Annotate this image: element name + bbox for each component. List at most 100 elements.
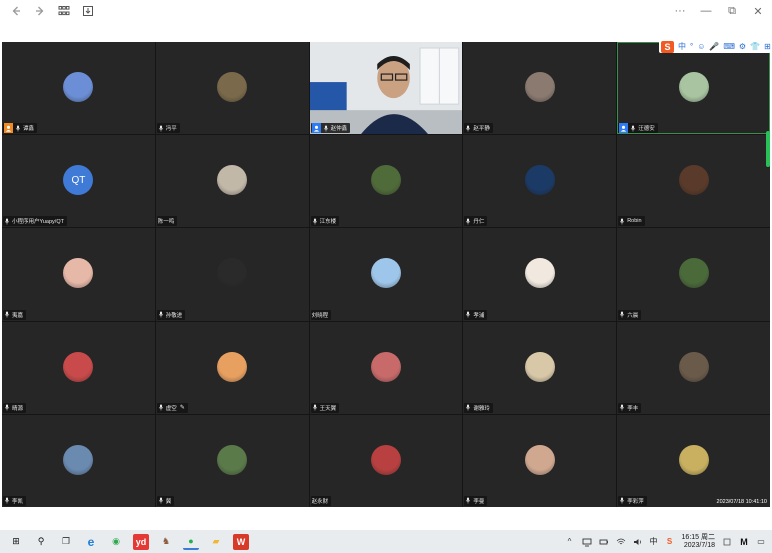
participant-name: 陈一鸣 bbox=[157, 219, 175, 226]
window-controls: ··· — ⧉ ✕ bbox=[674, 0, 764, 22]
ime-voice-icon[interactable]: 🎤 bbox=[709, 42, 719, 51]
monitor-icon[interactable] bbox=[582, 537, 592, 547]
arrow-right-icon[interactable] bbox=[33, 4, 47, 18]
participant-tile[interactable]: 李凯 bbox=[2, 414, 155, 507]
ime-language-toggle[interactable]: 中 bbox=[678, 42, 686, 51]
volume-icon[interactable] bbox=[633, 537, 643, 547]
title-bar: ··· — ⧉ ✕ bbox=[0, 0, 772, 22]
edge-browser-icon[interactable]: e bbox=[83, 534, 99, 550]
youdao-icon[interactable]: yd bbox=[133, 533, 149, 550]
microphone-icon bbox=[312, 217, 318, 225]
participant-nametag: 李曼 bbox=[464, 495, 488, 506]
participant-nametag: 李丰 bbox=[618, 402, 642, 413]
participant-tile[interactable]: 谢雅玲 bbox=[463, 321, 617, 414]
participant-name: 汪德安 bbox=[638, 126, 655, 133]
ime-language-indicator[interactable]: 中 bbox=[650, 536, 658, 547]
participant-name: 赵仲鑫 bbox=[330, 126, 348, 133]
more-options-button[interactable]: ··· bbox=[674, 5, 686, 17]
wps-icon[interactable]: W bbox=[233, 533, 249, 550]
participant-tile[interactable]: 陈一鸣 bbox=[155, 135, 309, 228]
participant-name: 谭鑫 bbox=[23, 126, 35, 133]
close-button[interactable]: ✕ bbox=[752, 5, 764, 18]
microphone-icon bbox=[158, 497, 164, 505]
participant-video bbox=[309, 42, 463, 135]
arrow-left-icon[interactable] bbox=[9, 4, 23, 18]
participant-tile[interactable]: 丹仁 bbox=[463, 135, 617, 228]
participant-tile[interactable]: 虚空 ✎ bbox=[155, 321, 309, 414]
game-app-icon[interactable]: ♞ bbox=[158, 534, 174, 550]
green-app-icon[interactable]: ◉ bbox=[108, 534, 124, 550]
notification-icon[interactable]: ▭ bbox=[756, 537, 766, 547]
participant-tile[interactable]: 夷嘉 bbox=[2, 228, 155, 321]
participant-tile[interactable]: 王天翼 bbox=[309, 321, 463, 414]
microphone-icon bbox=[465, 217, 471, 225]
sogou-tray-icon[interactable]: S bbox=[665, 537, 675, 547]
participant-tile[interactable]: 冯平 bbox=[155, 42, 309, 135]
chevron-up-icon[interactable]: ^ bbox=[565, 537, 575, 547]
scroll-indicator[interactable] bbox=[766, 131, 770, 167]
search-icon[interactable]: ⚲ bbox=[33, 534, 49, 550]
participant-tile[interactable]: 赵仲鑫 bbox=[309, 42, 463, 135]
participant-tile[interactable]: 李丰 bbox=[617, 321, 770, 414]
participant-tile[interactable]: 孙敬进 bbox=[155, 228, 309, 321]
task-view-icon[interactable]: ❐ bbox=[58, 534, 74, 550]
ime-settings-icon[interactable]: ⚙ bbox=[739, 42, 746, 51]
ime-grid-icon[interactable]: ⊞ bbox=[764, 42, 771, 51]
participant-avatar bbox=[370, 258, 401, 289]
participant-tile[interactable]: 孝浦 bbox=[463, 228, 617, 321]
windows-start-icon[interactable]: ⊞ bbox=[8, 534, 24, 550]
participant-nametag: 晴源 bbox=[3, 402, 27, 413]
participant-name: 丹仁 bbox=[473, 219, 485, 226]
sogou-logo-icon[interactable]: S bbox=[661, 40, 674, 53]
participant-nametag: 李彩萍 bbox=[618, 495, 647, 506]
participant-nametag: Robin bbox=[618, 216, 645, 227]
file-explorer-icon[interactable]: ▰ bbox=[208, 534, 224, 550]
microphone-icon bbox=[158, 404, 164, 412]
participant-name: 晴源 bbox=[12, 405, 24, 412]
participant-avatar bbox=[678, 165, 709, 196]
microphone-icon bbox=[619, 217, 625, 225]
participant-avatar bbox=[524, 444, 555, 475]
show-desktop-icon[interactable] bbox=[722, 537, 732, 547]
grid-view-icon[interactable] bbox=[57, 4, 71, 18]
microphone-icon bbox=[465, 404, 471, 412]
participant-name: 李凯 bbox=[12, 498, 24, 505]
participant-tile[interactable]: 李彩萍 2023/07/18 10:41:10 bbox=[617, 414, 770, 507]
participant-tile[interactable]: 赵永财 bbox=[309, 414, 463, 507]
participant-name: 李丰 bbox=[627, 405, 639, 412]
participant-name: 冯平 bbox=[165, 126, 177, 133]
system-clock[interactable]: 16:15 周二 2023/7/18 bbox=[682, 534, 715, 550]
participant-tile[interactable]: QT 小程序用户Yuapy/QT bbox=[2, 135, 155, 228]
wifi-icon[interactable] bbox=[616, 537, 626, 547]
ime-emoji-icon[interactable]: ☺ bbox=[697, 42, 705, 51]
minimize-button[interactable]: — bbox=[700, 5, 712, 17]
restore-button[interactable]: ⧉ bbox=[726, 5, 738, 18]
participant-tile[interactable]: 冀 bbox=[155, 414, 309, 507]
participant-tile[interactable]: 刘晓程 bbox=[309, 228, 463, 321]
media-app-icon[interactable]: M bbox=[739, 537, 749, 547]
recording-timestamp: 2023/07/18 10:41:10 bbox=[716, 498, 767, 505]
wechat-icon[interactable]: ● bbox=[183, 534, 199, 550]
ime-toolbar: S 中 ° ☺ 🎤 ⌨ ⚙ 👕 ⊞ bbox=[659, 40, 771, 53]
ime-skin-icon[interactable]: 👕 bbox=[750, 42, 760, 51]
battery-icon[interactable] bbox=[599, 537, 609, 547]
participant-nametag: 王天翼 bbox=[310, 402, 340, 413]
participant-name: 李彩萍 bbox=[627, 498, 644, 505]
ime-keyboard-icon[interactable]: ⌨ bbox=[723, 42, 735, 51]
participant-nametag: 虚空 ✎ bbox=[156, 402, 188, 413]
participant-tile[interactable]: 赵平静 bbox=[463, 42, 617, 135]
participant-tile[interactable]: Robin bbox=[617, 135, 770, 228]
participant-tile[interactable]: 汪德安 bbox=[617, 42, 770, 135]
participant-tile[interactable]: 谭鑫 bbox=[2, 42, 155, 135]
participant-tile[interactable]: 李曼 bbox=[463, 414, 617, 507]
microphone-icon bbox=[158, 311, 164, 319]
host-badge-icon bbox=[619, 123, 629, 134]
participant-name: 刘晓程 bbox=[311, 312, 329, 319]
participant-tile[interactable]: 江东楼 bbox=[309, 135, 463, 228]
participant-name: 冀 bbox=[165, 498, 172, 505]
participant-avatar bbox=[217, 444, 248, 475]
ime-punctuation-icon[interactable]: ° bbox=[690, 42, 693, 51]
participant-tile[interactable]: 晴源 bbox=[2, 321, 155, 414]
participant-tile[interactable]: 六晨 bbox=[617, 228, 770, 321]
download-icon[interactable] bbox=[81, 4, 95, 18]
